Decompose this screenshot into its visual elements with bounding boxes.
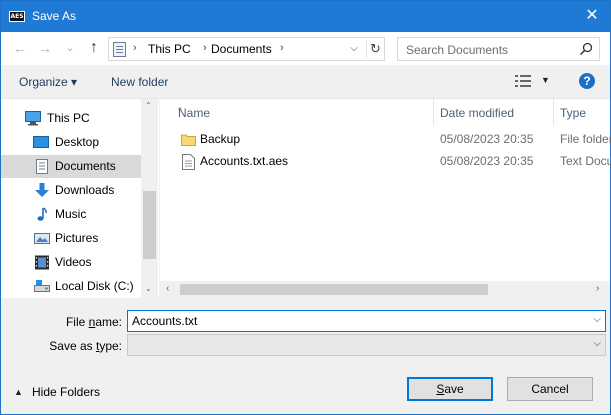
tree-item-pictures[interactable]: Pictures: [1, 227, 141, 250]
breadcrumb-documents[interactable]: Documents: [211, 42, 272, 56]
file-date: 05/08/2023 20:35: [440, 132, 534, 146]
scrollbar-thumb[interactable]: [180, 284, 488, 295]
breadcrumb-this-pc[interactable]: This PC: [148, 42, 191, 56]
breadcrumb-separator-icon[interactable]: ›: [203, 42, 207, 54]
view-options-icon[interactable]: [515, 74, 531, 88]
downloads-icon: [35, 183, 49, 197]
tree-item-label: Desktop: [55, 135, 100, 149]
refresh-icon[interactable]: ↻: [366, 40, 384, 58]
file-name: Backup: [200, 132, 241, 146]
chevron-down-icon[interactable]: ⌵: [593, 314, 601, 325]
save-as-type-select[interactable]: ⌵: [127, 334, 606, 356]
save-button[interactable]: Save: [407, 377, 493, 401]
tree-item-label: This PC: [47, 111, 90, 125]
back-button[interactable]: ←: [11, 38, 29, 58]
folder-icon: [181, 134, 196, 146]
file-type: File folder: [560, 132, 611, 146]
tree-item-music[interactable]: Music: [1, 203, 141, 226]
navigation-pane-scrollbar[interactable]: ⌃ ⌄: [141, 99, 158, 299]
title-bar: AES Save As ✕: [1, 1, 610, 32]
navigation-bar: ← → ⌄ ↑ › This PC › Documents › ⌵ ↻ Sear…: [1, 32, 610, 65]
command-bar: Organize ▾ New folder ▼ ?: [1, 65, 610, 97]
file-row[interactable]: Accounts.txt.aes 05/08/2023 20:35 Text D…: [160, 151, 611, 173]
tree-item-local-disk[interactable]: Local Disk (C:): [1, 275, 141, 298]
cancel-button[interactable]: Cancel: [507, 377, 593, 401]
tree-item-label: Downloads: [55, 183, 115, 197]
videos-icon: [35, 255, 49, 270]
address-bar[interactable]: › This PC › Documents › ⌵ ↻: [108, 37, 385, 61]
window-title: Save As: [32, 9, 77, 23]
tree-item-label: Documents: [55, 159, 116, 173]
address-dropdown-icon[interactable]: ⌵: [346, 41, 362, 57]
scroll-left-icon[interactable]: ‹: [166, 283, 169, 294]
scroll-up-icon[interactable]: ⌃: [145, 101, 152, 110]
pictures-icon: [34, 233, 50, 244]
tree-item-downloads[interactable]: Downloads: [1, 179, 141, 202]
file-row[interactable]: Backup 05/08/2023 20:35 File folder: [160, 129, 611, 151]
search-box[interactable]: Search Documents: [397, 37, 600, 61]
tree-item-label: Music: [55, 207, 87, 221]
breadcrumb-separator-icon: ›: [133, 42, 137, 54]
documents-location-icon: [113, 42, 126, 57]
close-button[interactable]: ✕: [580, 5, 604, 27]
app-icon: AES: [9, 11, 25, 22]
scroll-right-icon[interactable]: ›: [596, 283, 599, 294]
search-icon[interactable]: [579, 42, 593, 56]
breadcrumb-separator-icon[interactable]: ›: [280, 42, 284, 54]
save-as-type-label: Save as type:: [49, 339, 122, 353]
help-icon[interactable]: ?: [579, 73, 595, 89]
file-name-input[interactable]: Accounts.txt: [132, 314, 197, 328]
column-header-name[interactable]: Name ^: [172, 99, 434, 125]
file-name: Accounts.txt.aes: [200, 154, 289, 168]
search-input[interactable]: Search Documents: [406, 43, 508, 57]
desktop-icon: [33, 136, 49, 148]
music-icon: [37, 207, 47, 221]
new-folder-button[interactable]: New folder: [111, 75, 168, 89]
file-date: 05/08/2023 20:35: [440, 154, 534, 168]
column-header-date[interactable]: Date modified: [434, 99, 554, 125]
scroll-down-icon[interactable]: ⌄: [145, 284, 152, 293]
scrollbar-thumb[interactable]: [143, 191, 156, 259]
view-dropdown-icon[interactable]: ▼: [541, 75, 550, 85]
tree-item-desktop[interactable]: Desktop: [1, 131, 141, 154]
file-name-label: File name:: [65, 315, 122, 329]
document-icon: [182, 154, 195, 170]
tree-item-documents[interactable]: Documents: [1, 155, 141, 178]
column-header-type[interactable]: Type: [554, 99, 610, 125]
tree-item-videos[interactable]: Videos: [1, 251, 141, 274]
save-as-dialog: AES Save As ✕ ← → ⌄ ↑ › This PC › Docume…: [0, 0, 611, 415]
recent-locations-button[interactable]: ⌄: [61, 38, 79, 58]
up-button[interactable]: ↑: [85, 38, 103, 58]
documents-icon: [36, 159, 48, 174]
column-header-label: Type: [560, 106, 587, 120]
navigation-pane: This PC Desktop Documents Downloads Musi…: [1, 98, 159, 299]
file-list-horizontal-scrollbar[interactable]: ‹ ›: [160, 281, 610, 298]
sort-ascending-icon: ^: [178, 106, 182, 115]
tree-item-label: Local Disk (C:): [55, 279, 134, 293]
column-header-label: Date modified: [440, 106, 515, 120]
forward-button[interactable]: →: [36, 38, 54, 58]
computer-icon: [25, 111, 41, 126]
column-header-label: Name: [178, 106, 211, 120]
chevron-up-icon[interactable]: ▲: [14, 387, 23, 397]
drive-icon: [34, 280, 50, 292]
tree-item-label: Videos: [55, 255, 92, 269]
hide-folders-button[interactable]: Hide Folders: [32, 385, 100, 399]
file-name-field[interactable]: Accounts.txt ⌵: [127, 310, 606, 332]
tree-item-this-pc[interactable]: This PC: [1, 107, 141, 130]
file-type: Text Document: [560, 154, 611, 168]
chevron-down-icon[interactable]: ⌵: [593, 338, 601, 349]
organize-button[interactable]: Organize ▾: [19, 75, 77, 89]
file-list: Name ^ Date modified Type Backup 05/08/2…: [160, 98, 611, 298]
tree-item-label: Pictures: [55, 231, 99, 245]
